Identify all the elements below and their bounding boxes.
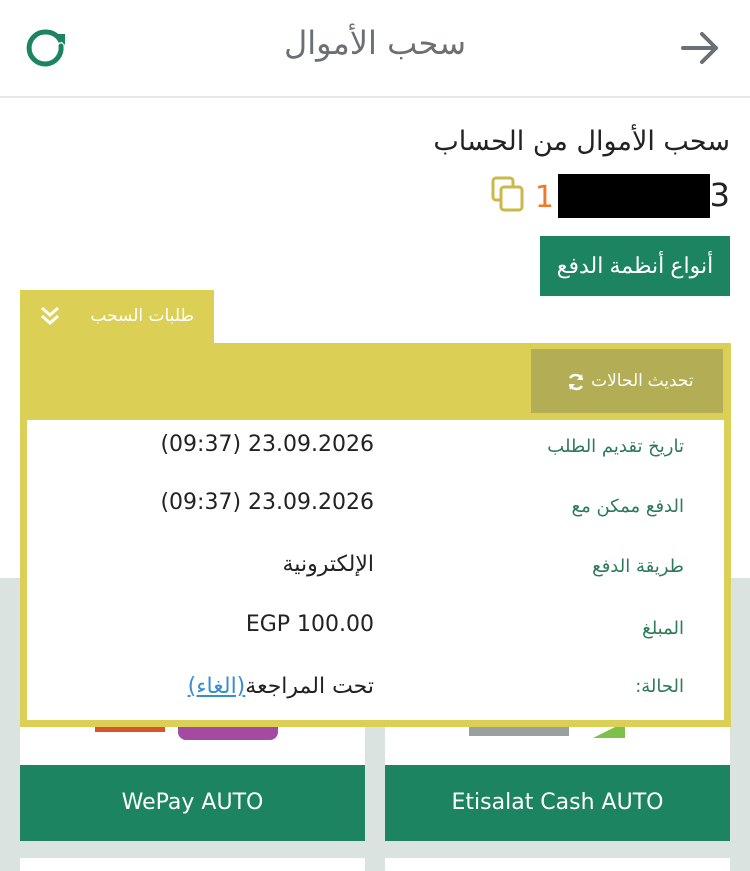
- account-number: 1 3: [430, 170, 730, 220]
- method-card-next-1[interactable]: [20, 858, 365, 871]
- sync-icon: [569, 373, 584, 390]
- payment-types-button[interactable]: أنواع أنظمة الدفع: [540, 236, 730, 296]
- account-number-lead: 1: [534, 180, 554, 215]
- cancel-request-link[interactable]: (الغاء): [188, 674, 246, 699]
- double-chevron-down-icon: [41, 306, 59, 325]
- status-value: تحت المراجعة(الغاء): [188, 674, 374, 699]
- method-button-etisalat[interactable]: Etisalat Cash AUTO: [385, 765, 730, 841]
- status-label: الحالة:: [635, 676, 684, 697]
- request-date-value: 23.09.2026 (09:37): [160, 432, 374, 457]
- payment-possible-label: الدفع ممكن مع: [571, 496, 684, 517]
- withdrawal-requests-tab-label: طلبات السحب: [90, 306, 194, 326]
- withdrawal-requests-panel: تحديث الحالات تاريخ تقديم الطلب 23.09.20…: [20, 343, 731, 727]
- method-button-wepay[interactable]: WePay AUTO: [20, 765, 365, 841]
- method-card-next-2[interactable]: [385, 858, 730, 871]
- request-date-label: تاريخ تقديم الطلب: [547, 436, 684, 457]
- account-section-title: سحب الأموال من الحساب: [433, 126, 730, 157]
- payment-possible-value: 23.09.2026 (09:37): [160, 490, 374, 515]
- withdrawal-requests-tab[interactable]: طلبات السحب: [20, 290, 214, 344]
- payment-method-label: طريقة الدفع: [592, 556, 684, 577]
- account-number-redaction: [558, 174, 710, 218]
- app-header: سحب الأموال: [0, 0, 750, 98]
- update-statuses-button[interactable]: تحديث الحالات: [531, 349, 723, 413]
- payment-method-value: الإلكترونية: [282, 552, 374, 577]
- status-text: تحت المراجعة: [245, 674, 374, 699]
- page-title: سحب الأموال: [283, 24, 466, 62]
- request-details: تاريخ تقديم الطلب 23.09.2026 (09:37) الد…: [27, 420, 724, 720]
- back-button[interactable]: [680, 28, 720, 68]
- update-statuses-label: تحديث الحالات: [591, 371, 694, 390]
- amount-value: EGP 100.00: [245, 612, 374, 637]
- arrow-right-icon: [681, 32, 718, 64]
- amount-label: المبلغ: [642, 618, 684, 639]
- account-number-tail: 3: [709, 176, 730, 214]
